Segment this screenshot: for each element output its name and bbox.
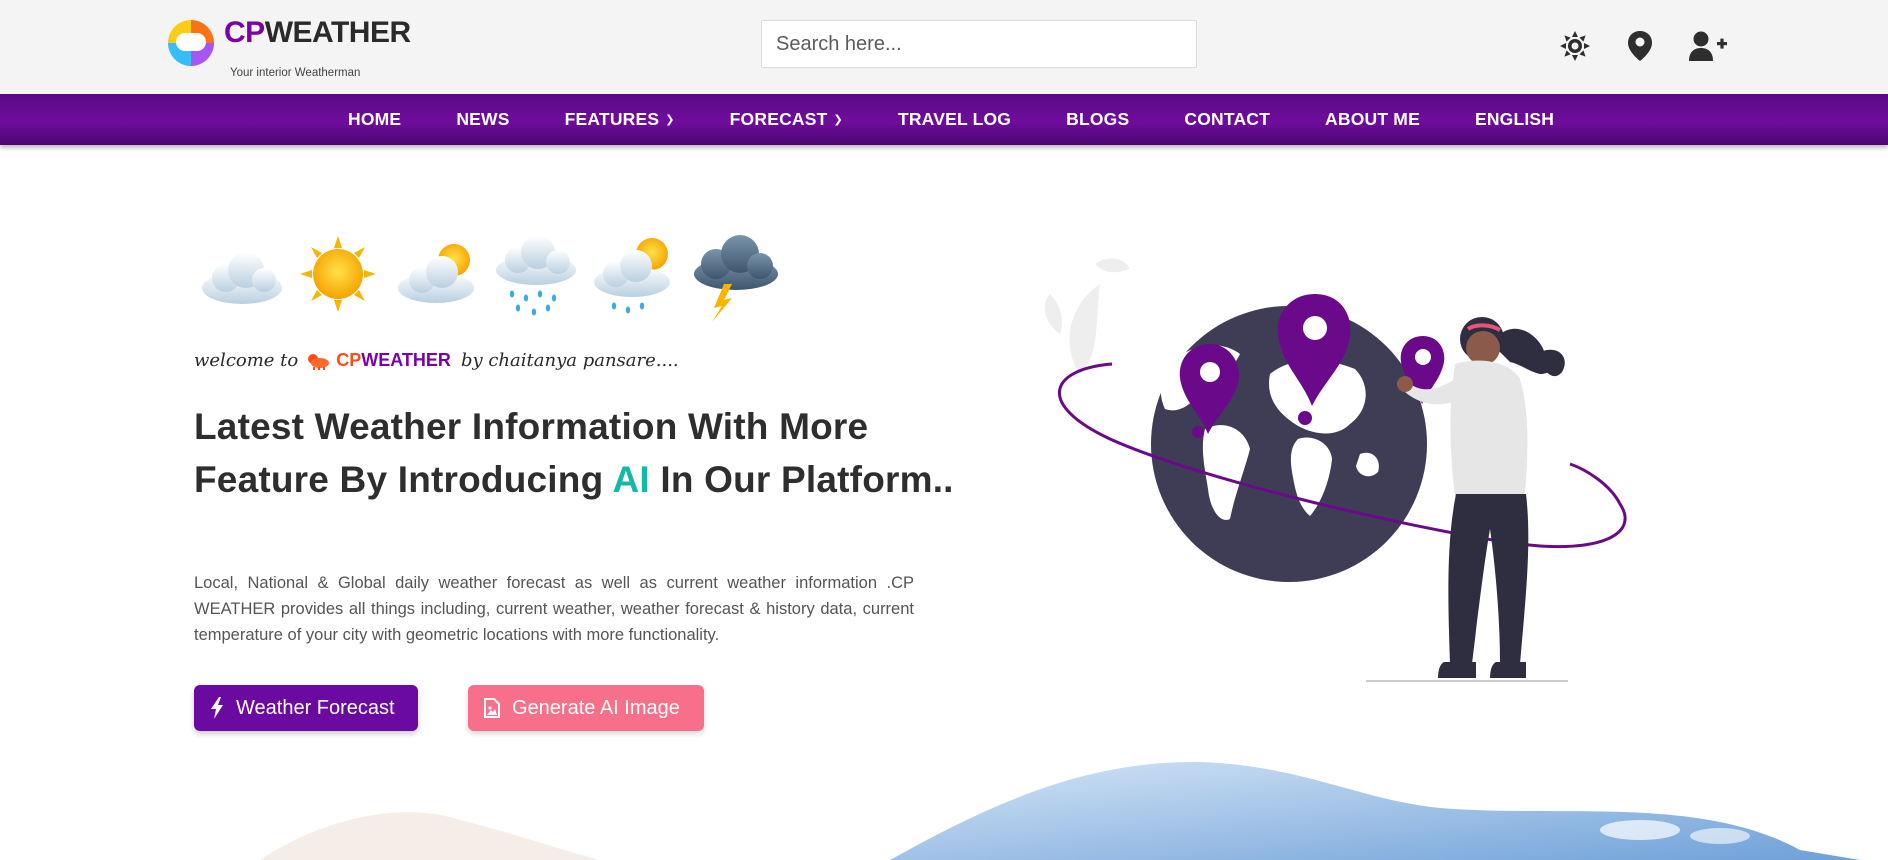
nav-news[interactable]: NEWS bbox=[456, 109, 509, 130]
nav-about-me[interactable]: ABOUT ME bbox=[1325, 109, 1420, 130]
hero-description: Local, National & Global daily weather f… bbox=[194, 574, 914, 644]
welcome-brand: CPWEATHER bbox=[336, 350, 451, 371]
nav-about-me-label: ABOUT ME bbox=[1325, 109, 1420, 129]
nav-contact[interactable]: CONTACT bbox=[1184, 109, 1270, 130]
nav-forecast-label: FORECAST bbox=[729, 109, 828, 129]
sun-icon[interactable] bbox=[1555, 26, 1595, 66]
chevron-down-icon: ❯ bbox=[665, 114, 675, 126]
welcome-brand-weather: WEATHER bbox=[361, 350, 451, 370]
nav-features-label: FEATURES bbox=[564, 109, 660, 129]
decorative-waves bbox=[260, 761, 1860, 860]
generate-ai-image-label: Generate AI Image bbox=[512, 696, 680, 719]
brand-cp: CP bbox=[224, 16, 265, 49]
sun-rain-icon bbox=[594, 238, 670, 314]
welcome-line: welcome to CPWEATHER by chaitanya pansar… bbox=[194, 350, 679, 371]
generate-ai-image-button[interactable]: Generate AI Image bbox=[468, 685, 704, 731]
weather-forecast-label: Weather Forecast bbox=[236, 696, 395, 719]
brand-weather: WEATHER bbox=[264, 16, 411, 49]
nav-blogs-label: BLOGS bbox=[1066, 109, 1130, 129]
cloud-icon bbox=[202, 252, 282, 304]
headline-ai: AI bbox=[612, 459, 650, 500]
nav-forecast[interactable]: FORECAST ❯ bbox=[730, 109, 843, 130]
weather-forecast-button[interactable]: Weather Forecast bbox=[194, 685, 418, 731]
nav-language[interactable]: ENGLISH bbox=[1475, 109, 1554, 130]
weather-icons-row bbox=[202, 235, 778, 322]
logo-text: CPWEATHER Your interior Weatherman bbox=[224, 18, 411, 79]
welcome-prefix: welcome to bbox=[194, 350, 299, 371]
nav-travel-log-label: TRAVEL LOG bbox=[897, 109, 1012, 129]
nav-features[interactable]: FEATURES ❯ bbox=[565, 109, 675, 130]
user-plus-icon[interactable] bbox=[1688, 26, 1728, 66]
image-file-icon bbox=[484, 698, 500, 718]
brand-tagline: Your interior Weatherman bbox=[230, 67, 361, 79]
globe-location-illustration bbox=[1044, 258, 1627, 682]
lightning-bolt-icon bbox=[210, 697, 224, 719]
hero-headline: Latest Weather Information With More Fea… bbox=[194, 400, 954, 506]
chevron-down-icon: ❯ bbox=[833, 114, 843, 126]
nav-news-label: NEWS bbox=[456, 109, 510, 129]
map-pin-icon[interactable] bbox=[1620, 26, 1660, 66]
nav-travel-log[interactable]: TRAVEL LOG bbox=[898, 109, 1011, 130]
welcome-brand-cp: CP bbox=[336, 350, 362, 370]
partly-cloudy-icon bbox=[398, 244, 474, 303]
site-logo[interactable]: CPWEATHER Your interior Weatherman bbox=[168, 18, 411, 79]
nav-home[interactable]: HOME bbox=[348, 109, 401, 130]
sun-icon bbox=[300, 236, 376, 312]
welcome-suffix: by chaitanya pansare.... bbox=[460, 350, 679, 371]
nav-language-label: ENGLISH bbox=[1474, 109, 1555, 129]
main-nav: HOME NEWS FEATURES ❯ FORECAST ❯ TRAVEL LOG… bbox=[0, 94, 1888, 145]
rain-cloud-icon bbox=[496, 235, 576, 316]
nav-blogs[interactable]: BLOGS bbox=[1066, 109, 1129, 130]
nav-contact-label: CONTACT bbox=[1184, 109, 1271, 129]
logo-weather-icon bbox=[168, 20, 214, 66]
thunderstorm-icon bbox=[694, 235, 778, 322]
brand-name: CPWEATHER bbox=[224, 18, 411, 48]
headline-part2: In Our Platform.. bbox=[660, 459, 954, 500]
welcome-logo-icon bbox=[306, 352, 330, 370]
search-input[interactable] bbox=[761, 20, 1197, 68]
top-header: CPWEATHER Your interior Weatherman bbox=[0, 0, 1888, 94]
nav-home-label: HOME bbox=[348, 109, 402, 129]
